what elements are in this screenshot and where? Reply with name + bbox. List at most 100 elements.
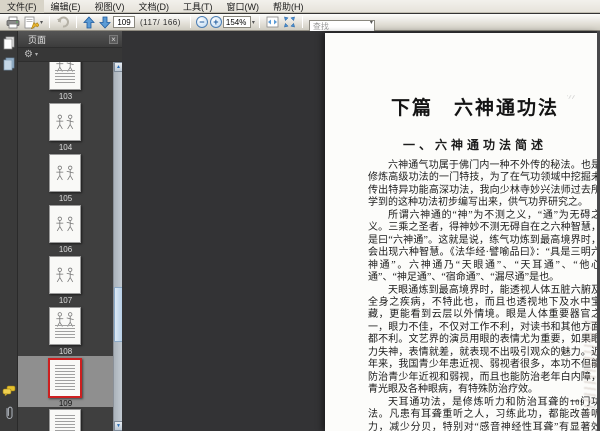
- search-box: ▾: [308, 16, 375, 33]
- strip-bottom-icons: [0, 379, 18, 421]
- panel-header: 页面 ×: [18, 31, 122, 48]
- thumbnail-sketch: [52, 62, 78, 87]
- thumbnail-label: 104: [58, 143, 73, 152]
- comments-panel-button[interactable]: [0, 382, 18, 400]
- zoom-caret-icon[interactable]: ▾: [252, 19, 255, 26]
- page-thumbnail-image[interactable]: [49, 154, 81, 192]
- zoom-in-button[interactable]: +: [209, 16, 222, 28]
- thumbnail-text-lines: [55, 70, 75, 84]
- toolbar-separator: [49, 16, 51, 28]
- menu-help[interactable]: 帮助(H): [266, 0, 311, 13]
- page-watermark: [584, 318, 596, 413]
- page-number-input[interactable]: [113, 16, 136, 28]
- menu-tools[interactable]: 工具(T): [176, 0, 220, 13]
- thumbnails-panel: 103 104 105 106 107 108 109: [18, 62, 113, 431]
- paragraph: 所谓六神通的“神”为不测之义，“通”为无碍之义。三乘之圣者，得神妙不测无碍自在之…: [368, 209, 600, 284]
- panel-title: 页面: [28, 34, 47, 45]
- previous-page-button[interactable]: [81, 15, 97, 30]
- gear-icon[interactable]: ⚙: [24, 49, 33, 60]
- search-caret-icon[interactable]: ▾: [370, 19, 373, 26]
- zoom-level-input[interactable]: [222, 16, 251, 28]
- panel-close-button[interactable]: ×: [109, 34, 118, 44]
- thumbnail-sketch: [52, 362, 78, 394]
- zoom-out-button[interactable]: −: [195, 16, 208, 28]
- thumbnail-label: 103: [58, 92, 73, 101]
- page-body-text: 六神通气功属于佛门内一种不外传的秘法。也是修炼高级功法的一门特技，为了在气功领域…: [368, 160, 600, 431]
- thumbnail-item[interactable]: 108: [18, 305, 113, 356]
- thumbnail-text-lines: [55, 365, 75, 391]
- panel-options-row: ⚙ ▾: [18, 48, 122, 62]
- thumbnail-label: 105: [58, 194, 73, 203]
- navigation-icon-strip: [0, 31, 18, 431]
- paragraph: 天眼通炼到最高境界时，能透视人体五脏六腑及全身之疾病，不特此也，而且也透视地下及…: [368, 284, 600, 396]
- next-page-button[interactable]: [97, 15, 113, 30]
- fit-width-icon: [266, 16, 279, 28]
- document-area[interactable]: 下篇 六神通功法 一、六神通功法简述 六神通气功属于佛门内一种不外传的秘法。也是…: [122, 31, 600, 431]
- pdf-reader-window: 文件(F) 编辑(E) 视图(V) 文档(D) 工具(T) 窗口(W) 帮助(H…: [0, 0, 600, 431]
- thumbnail-list: 103 104 105 106 107 108 109: [18, 62, 113, 431]
- email-icon: [24, 16, 39, 29]
- thumbnail-sketch: [52, 208, 78, 240]
- paragraph: 六神通气功属于佛门内一种不外传的秘法。也是修炼高级功法的一门特技，为了在气功领域…: [368, 160, 600, 209]
- toolbar-separator: [301, 16, 303, 28]
- thumbnail-item[interactable]: 106: [18, 203, 113, 254]
- page-thumbnail-image[interactable]: [49, 256, 81, 294]
- bookmarks-panel-button[interactable]: [0, 55, 18, 73]
- undo-icon: [57, 16, 69, 27]
- arrow-up-icon: [83, 15, 95, 28]
- thumbnail-label: 106: [58, 245, 73, 254]
- menu-document[interactable]: 文档(D): [132, 0, 177, 13]
- arrow-down-icon: [99, 16, 111, 29]
- thumbnail-sketch: [52, 157, 78, 189]
- toolbar-separator: [189, 16, 191, 28]
- page-thumbnail-image[interactable]: [49, 409, 81, 431]
- fit-width-button[interactable]: [264, 15, 281, 30]
- attachments-panel-button[interactable]: [0, 403, 18, 421]
- undo-button[interactable]: [54, 15, 72, 30]
- email-caret-icon[interactable]: ▾: [40, 19, 43, 26]
- thumbnail-item[interactable]: 104: [18, 101, 113, 152]
- bookmarks-icon: [3, 57, 15, 71]
- pages-panel-button[interactable]: [0, 34, 18, 52]
- menu-window[interactable]: 窗口(W): [220, 0, 267, 13]
- thumbnail-text-lines: [55, 325, 75, 339]
- page-thumbnail-image[interactable]: [49, 62, 81, 90]
- menu-edit[interactable]: 编辑(E): [44, 0, 88, 13]
- page-subtitle: 一、六神通功法简述: [402, 138, 547, 152]
- thumbnail-item[interactable]: 107: [18, 254, 113, 305]
- thumbnail-item[interactable]: 105: [18, 152, 113, 203]
- thumbnail-sketch: [52, 412, 78, 431]
- page-thumbnail-image[interactable]: [49, 103, 81, 141]
- menu-file[interactable]: 文件(F): [0, 0, 44, 13]
- pages-panel: 页面 × ⚙ ▾ 103 104 105 106 107 108 109 ▲ ▼: [18, 31, 123, 431]
- document-page[interactable]: 下篇 六神通功法 一、六神通功法简述 六神通气功属于佛门内一种不外传的秘法。也是…: [325, 33, 600, 431]
- print-button[interactable]: [4, 15, 22, 30]
- fit-page-icon: [284, 16, 295, 28]
- page-thumbnail-image[interactable]: [49, 205, 81, 243]
- thumbnail-label: 107: [58, 296, 73, 305]
- fit-page-button[interactable]: [281, 15, 298, 30]
- paperclip-icon: [5, 406, 13, 419]
- thumbnail-sketch: [52, 259, 78, 291]
- email-button[interactable]: ▾: [22, 15, 45, 30]
- menu-bar: 文件(F) 编辑(E) 视图(V) 文档(D) 工具(T) 窗口(W) 帮助(H…: [0, 0, 600, 13]
- thumbnail-label: 108: [58, 347, 73, 356]
- thumbnail-text-lines: [55, 415, 75, 431]
- page-thumbnail-image[interactable]: [49, 307, 81, 345]
- toolbar: ▾ (117/ 166) − + ▾: [0, 14, 600, 33]
- thumbnail-item[interactable]: 103: [18, 62, 113, 101]
- page-thumbnail-image[interactable]: [48, 358, 82, 398]
- thumbnail-item[interactable]: 110: [18, 407, 113, 431]
- page-count-label: (117/ 166): [140, 17, 181, 27]
- toolbar-separator: [258, 16, 260, 28]
- thumbnail-sketch: [52, 310, 78, 342]
- page-title: 下篇 六神通功法: [390, 98, 559, 119]
- printer-icon: [6, 16, 20, 28]
- thumbnail-item[interactable]: 109: [18, 356, 113, 408]
- pages-icon: [3, 36, 15, 50]
- menu-view[interactable]: 视图(V): [88, 0, 132, 13]
- comments-icon: [2, 385, 16, 397]
- thumbnail-sketch: [52, 106, 78, 138]
- thumbnail-scrollbar[interactable]: ▲ ▼: [113, 62, 123, 431]
- options-caret-icon[interactable]: ▾: [35, 51, 38, 58]
